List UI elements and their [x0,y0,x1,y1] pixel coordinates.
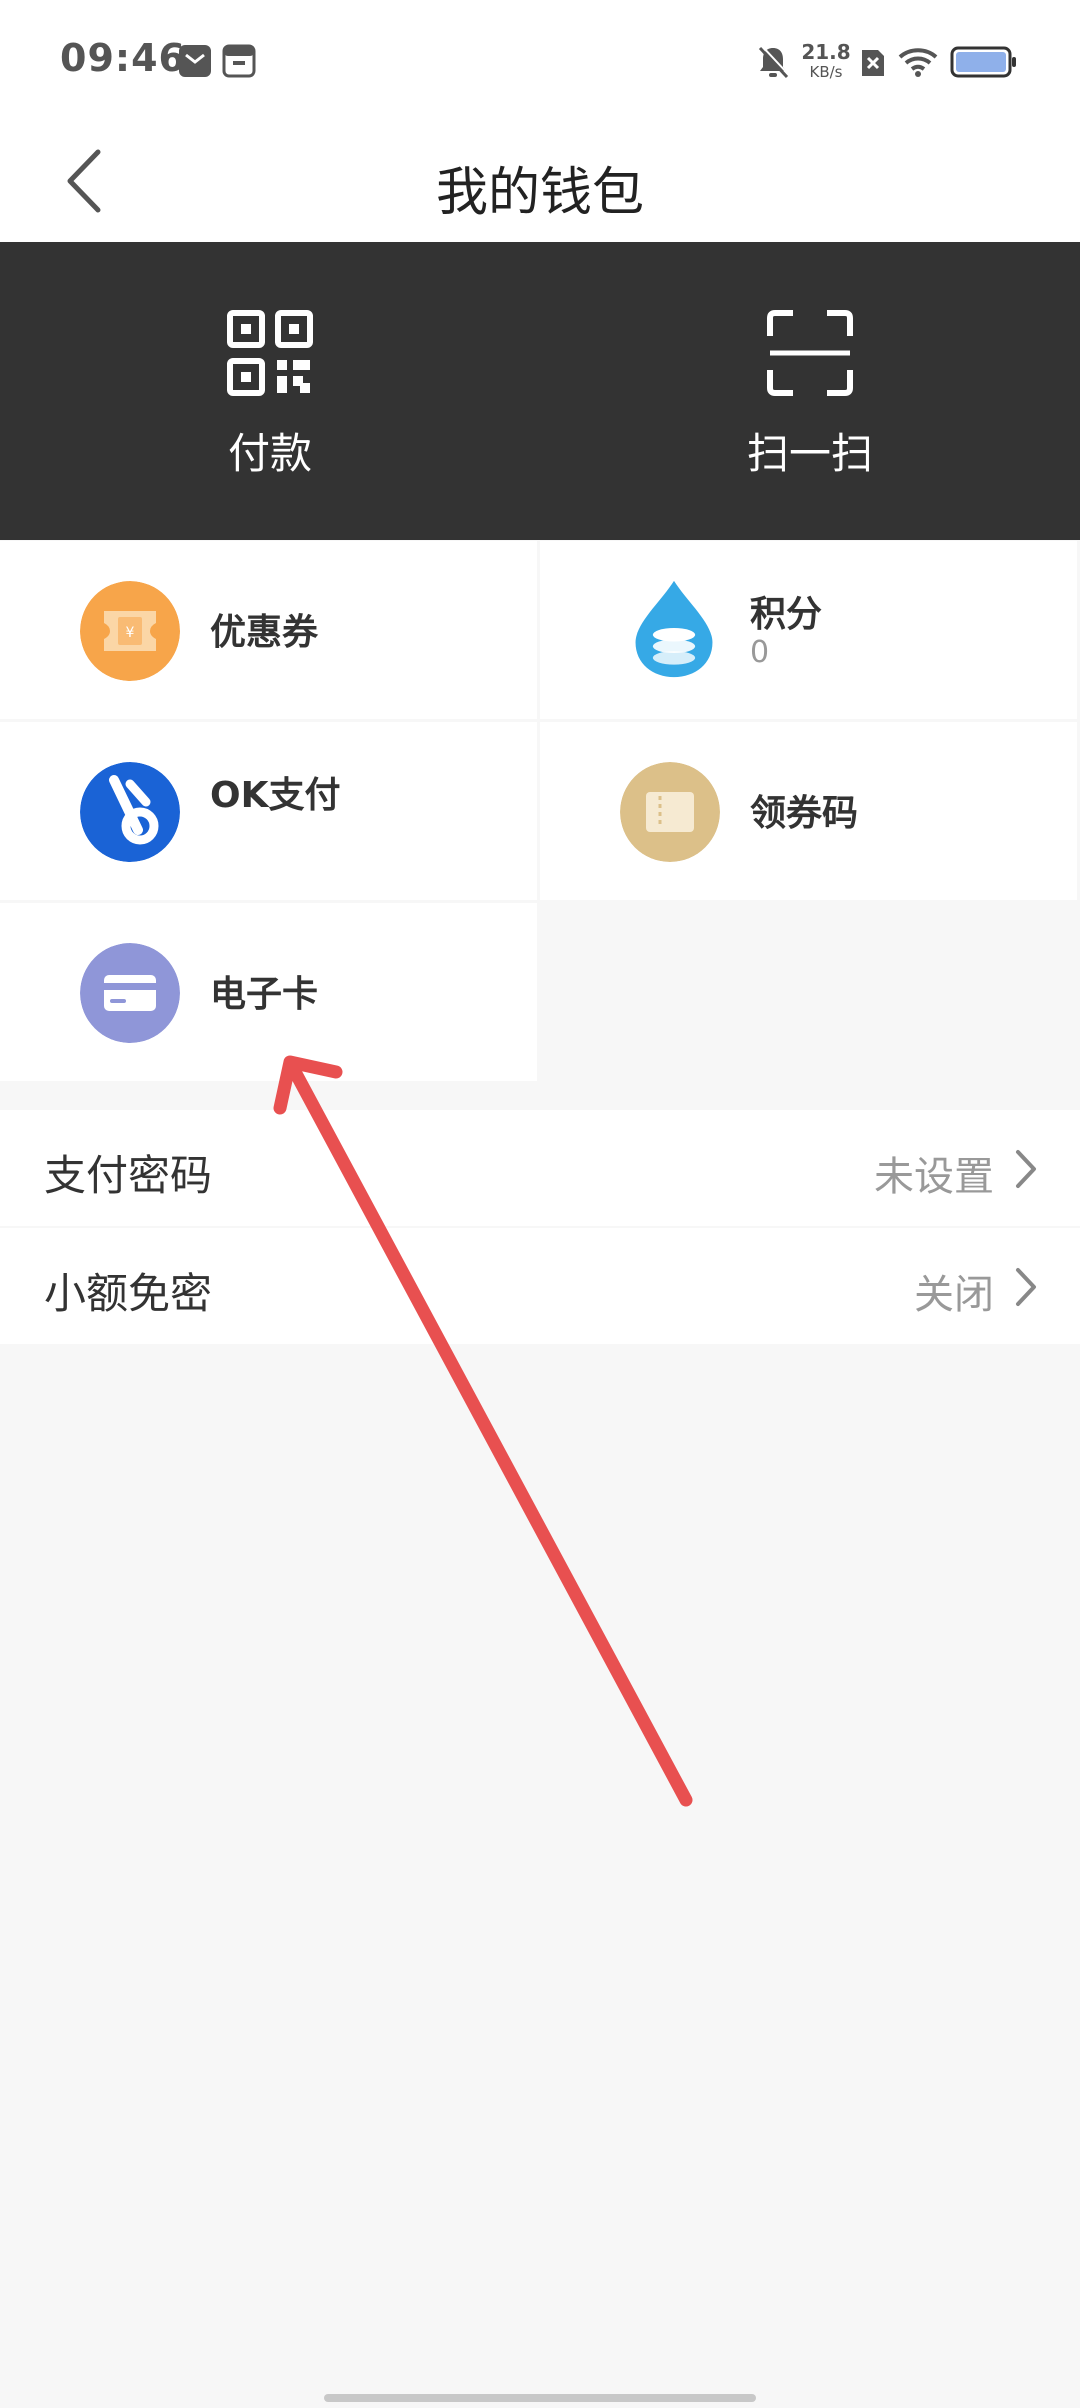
nav-header: 我的钱包 [0,124,1080,242]
pay-label: 付款 [227,429,312,478]
chevron-right-icon [1016,1268,1036,1306]
okpay-icon [80,762,180,862]
ecard-label: 电子卡 [210,974,319,1015]
points-value: 0 [750,635,770,670]
qr-code-icon [227,310,313,396]
scan-icon [767,310,853,396]
home-indicator[interactable] [324,2394,756,2402]
network-speed-unit: KB/s [809,63,843,81]
coupon-icon: ¥ [80,581,180,681]
archive-notification-icon [222,44,256,78]
bell-muted-icon [758,45,790,79]
mail-notification-icon [179,45,211,77]
list-item-small-free[interactable]: 小额免密 关闭 [0,1228,1080,1344]
grid-item-ecard[interactable]: 电子卡 [0,903,537,1081]
pay-password-label: 支付密码 [44,1151,213,1200]
page-title: 我的钱包 [435,163,644,223]
chevron-right-icon [1016,1150,1036,1188]
svg-text:¥: ¥ [126,625,135,641]
network-speed: 21.8 KB/s [800,42,852,82]
status-bar: 09:46 21.8 KB/s [0,0,1080,124]
action-bar: 付款 扫一扫 [0,242,1080,540]
list-item-pay-password[interactable]: 支付密码 未设置 [0,1110,1080,1226]
grid-item-coupon[interactable]: ¥ 优惠券 [0,541,537,719]
scan-label: 扫一扫 [746,429,873,478]
coupon-code-label: 领券码 [750,793,859,834]
small-free-value: 关闭 [914,1272,994,1318]
battery-icon [950,46,1016,78]
wifi-icon [898,48,938,77]
scan-button[interactable]: 扫一扫 [540,242,1080,540]
network-speed-value: 21.8 [801,40,851,64]
sim-disabled-icon [862,50,884,76]
coupon-label: 优惠券 [210,612,319,653]
ticket-icon [620,762,720,862]
okpay-label: OK支付 [210,775,341,816]
card-icon [80,943,180,1043]
pay-password-value: 未设置 [874,1154,994,1200]
small-free-label: 小额免密 [44,1269,213,1318]
grid-item-coupon-code[interactable]: 领券码 [540,722,1077,900]
points-drop-icon [635,580,713,678]
grid-item-points[interactable]: 积分 0 [540,541,1077,719]
pay-button[interactable]: 付款 [0,242,540,540]
status-time: 09:46 [60,36,186,80]
points-label: 积分 [750,594,823,635]
grid-item-okpay[interactable]: OK支付 [0,722,537,900]
